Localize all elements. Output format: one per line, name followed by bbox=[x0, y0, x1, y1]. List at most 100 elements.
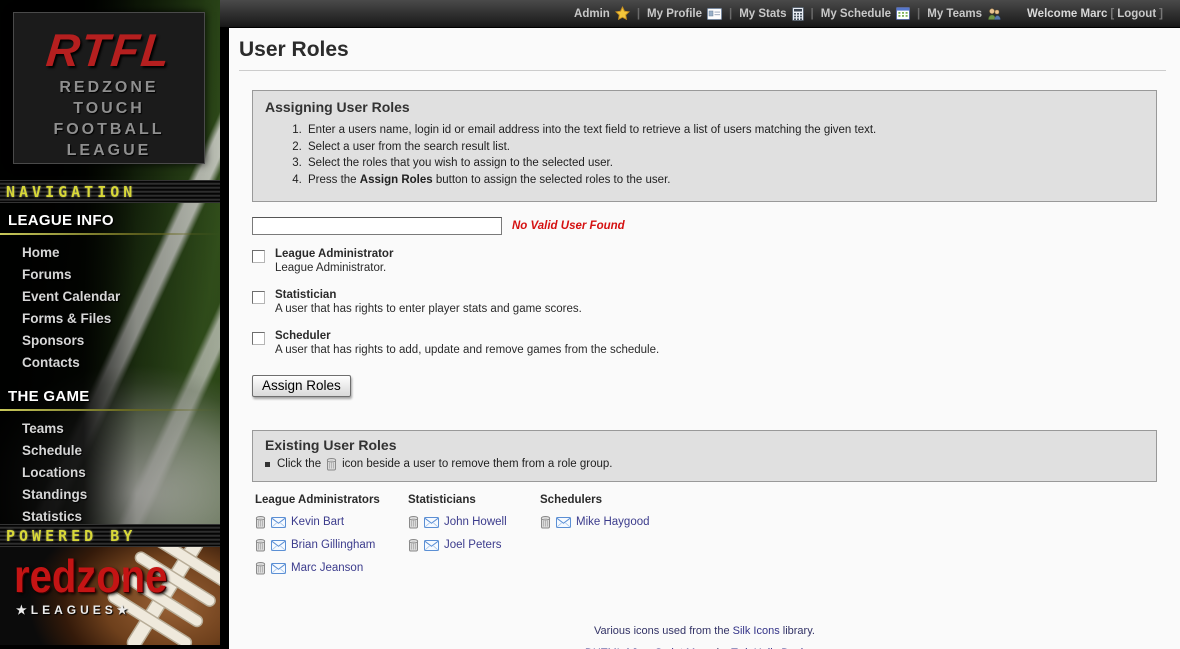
user-row: Mike Haygood bbox=[540, 514, 1157, 530]
role-row-statistician: Statistician A user that has rights to e… bbox=[252, 288, 1157, 317]
page-title: User Roles bbox=[239, 38, 1166, 62]
step-3: Select the roles that you wish to assign… bbox=[305, 155, 1144, 172]
step-1: Enter a users name, login id or email ad… bbox=[305, 122, 1144, 139]
logout-bracket: ] bbox=[1159, 8, 1163, 20]
scheduler-checkbox[interactable] bbox=[252, 332, 265, 345]
trash-bin-icon bbox=[326, 457, 337, 471]
sidebar-item-forums[interactable]: Forums bbox=[0, 264, 220, 286]
statistician-checkbox[interactable] bbox=[252, 291, 265, 304]
sidebar-item-standings[interactable]: Standings bbox=[0, 484, 220, 506]
group-schedulers: Schedulers Mike Haygood bbox=[537, 494, 1157, 583]
footer-text: Various icons used from the bbox=[594, 625, 733, 637]
role-name: Statistician bbox=[275, 288, 582, 302]
section-underline bbox=[0, 233, 220, 235]
role-row-league-administrator: League Administrator League Administrato… bbox=[252, 247, 1157, 276]
no-valid-user-message: No Valid User Found bbox=[512, 220, 625, 232]
sidebar-item-home[interactable]: Home bbox=[0, 242, 220, 264]
star-icon bbox=[615, 6, 630, 21]
email-icon[interactable] bbox=[271, 517, 286, 528]
league-info-section: LEAGUE INFO Home Forums Event Calendar F… bbox=[0, 210, 220, 374]
topbar-item-label: My Stats bbox=[739, 8, 786, 20]
remove-user-icon[interactable] bbox=[255, 515, 266, 529]
footer-text: library. bbox=[780, 625, 815, 637]
divider-strip bbox=[220, 0, 229, 649]
assign-roles-button[interactable]: Assign Roles bbox=[252, 375, 351, 397]
section-underline bbox=[0, 409, 220, 411]
user-link[interactable]: Marc Jeanson bbox=[291, 562, 363, 574]
email-icon[interactable] bbox=[424, 540, 439, 551]
bullet-square bbox=[265, 462, 270, 467]
topbar-item-my-schedule[interactable]: My Schedule bbox=[821, 7, 910, 20]
redzone-logo-text: redzone bbox=[14, 552, 167, 604]
topbar-item-label: My Profile bbox=[647, 8, 702, 20]
note-text: Click the bbox=[277, 458, 321, 470]
email-icon[interactable] bbox=[271, 563, 286, 574]
remove-user-icon[interactable] bbox=[408, 515, 419, 529]
powered-by-band: POWERED BY bbox=[0, 524, 220, 547]
user-search-input[interactable] bbox=[252, 217, 502, 235]
topbar-item-label: Admin bbox=[574, 8, 610, 20]
role-groups: League Administrators Kevin Bart Brian G… bbox=[252, 494, 1157, 583]
sidebar-item-sponsors[interactable]: Sponsors bbox=[0, 330, 220, 352]
assigning-steps: Enter a users name, login id or email ad… bbox=[305, 122, 1144, 188]
remove-user-icon[interactable] bbox=[408, 538, 419, 552]
step-text: Select the roles that you wish to assign… bbox=[308, 157, 613, 169]
topbar-item-my-profile[interactable]: My Profile bbox=[647, 8, 722, 20]
role-description: A user that has rights to enter player s… bbox=[275, 302, 582, 317]
topbar-item-label: My Teams bbox=[927, 8, 982, 20]
group-league-administrators: League Administrators Kevin Bart Brian G… bbox=[252, 494, 405, 583]
topbar-separator: | bbox=[729, 8, 732, 20]
league-administrator-checkbox[interactable] bbox=[252, 250, 265, 263]
user-link[interactable]: Joel Peters bbox=[444, 539, 502, 551]
role-text: Scheduler A user that has rights to add,… bbox=[275, 329, 659, 358]
sidebar-item-contacts[interactable]: Contacts bbox=[0, 352, 220, 374]
role-name: Scheduler bbox=[275, 329, 659, 343]
silk-icons-link[interactable]: Silk Icons bbox=[733, 625, 780, 637]
user-link[interactable]: Kevin Bart bbox=[291, 516, 344, 528]
email-icon[interactable] bbox=[556, 517, 571, 528]
role-description: A user that has rights to add, update an… bbox=[275, 343, 659, 358]
assigning-user-roles-box: Assigning User Roles Enter a users name,… bbox=[252, 90, 1157, 202]
rtfl-logo-acronym: RTFL bbox=[11, 23, 207, 77]
step-4: Press the Assign Roles button to assign … bbox=[305, 172, 1144, 189]
role-text: League Administrator League Administrato… bbox=[275, 247, 393, 276]
topbar-item-my-stats[interactable]: My Stats bbox=[739, 7, 803, 21]
logout-link[interactable]: Logout bbox=[1117, 8, 1156, 20]
group-icon bbox=[987, 7, 1001, 21]
vcard-icon bbox=[707, 8, 722, 20]
sidebar-item-forms-files[interactable]: Forms & Files bbox=[0, 308, 220, 330]
sidebar: RTFL REDZONE TOUCH FOOTBALL LEAGUE NAVIG… bbox=[0, 0, 220, 649]
user-row: Joel Peters bbox=[408, 537, 537, 553]
role-name: League Administrator bbox=[275, 247, 393, 261]
email-icon[interactable] bbox=[424, 517, 439, 528]
email-icon[interactable] bbox=[271, 540, 286, 551]
existing-heading: Existing User Roles bbox=[265, 437, 1144, 453]
navigation-band: NAVIGATION bbox=[0, 180, 220, 203]
group-title: Statisticians bbox=[408, 494, 537, 506]
user-link[interactable]: John Howell bbox=[444, 516, 507, 528]
rtfl-logo-line: REDZONE bbox=[14, 77, 204, 98]
rtfl-logo-line: TOUCH bbox=[14, 98, 204, 119]
role-row-scheduler: Scheduler A user that has rights to add,… bbox=[252, 329, 1157, 358]
sidebar-item-locations[interactable]: Locations bbox=[0, 462, 220, 484]
remove-user-icon[interactable] bbox=[255, 561, 266, 575]
calendar-icon bbox=[896, 7, 910, 20]
sidebar-item-event-calendar[interactable]: Event Calendar bbox=[0, 286, 220, 308]
topbar-item-my-teams[interactable]: My Teams bbox=[927, 7, 1001, 21]
user-link[interactable]: Mike Haygood bbox=[576, 516, 650, 528]
sidebar-item-schedule[interactable]: Schedule bbox=[0, 440, 220, 462]
topbar-item-admin[interactable]: Admin bbox=[574, 6, 630, 21]
redzone-leagues-logo: redzone ★LEAGUES★ bbox=[0, 547, 220, 645]
sidebar-item-teams[interactable]: Teams bbox=[0, 418, 220, 440]
app-window: RTFL REDZONE TOUCH FOOTBALL LEAGUE NAVIG… bbox=[0, 0, 1180, 649]
user-row: John Howell bbox=[408, 514, 537, 530]
welcome-text: Welcome Marc bbox=[1027, 8, 1107, 20]
step-2: Select a user from the search result lis… bbox=[305, 139, 1144, 156]
logout-bracket: [ bbox=[1110, 8, 1114, 20]
remove-user-icon[interactable] bbox=[255, 538, 266, 552]
remove-user-icon[interactable] bbox=[540, 515, 551, 529]
user-link[interactable]: Brian Gillingham bbox=[291, 539, 375, 551]
page-footer: Various icons used from the Silk Icons l… bbox=[229, 625, 1180, 649]
redzone-leagues-text: ★LEAGUES★ bbox=[16, 603, 132, 617]
user-row: Kevin Bart bbox=[255, 514, 405, 530]
